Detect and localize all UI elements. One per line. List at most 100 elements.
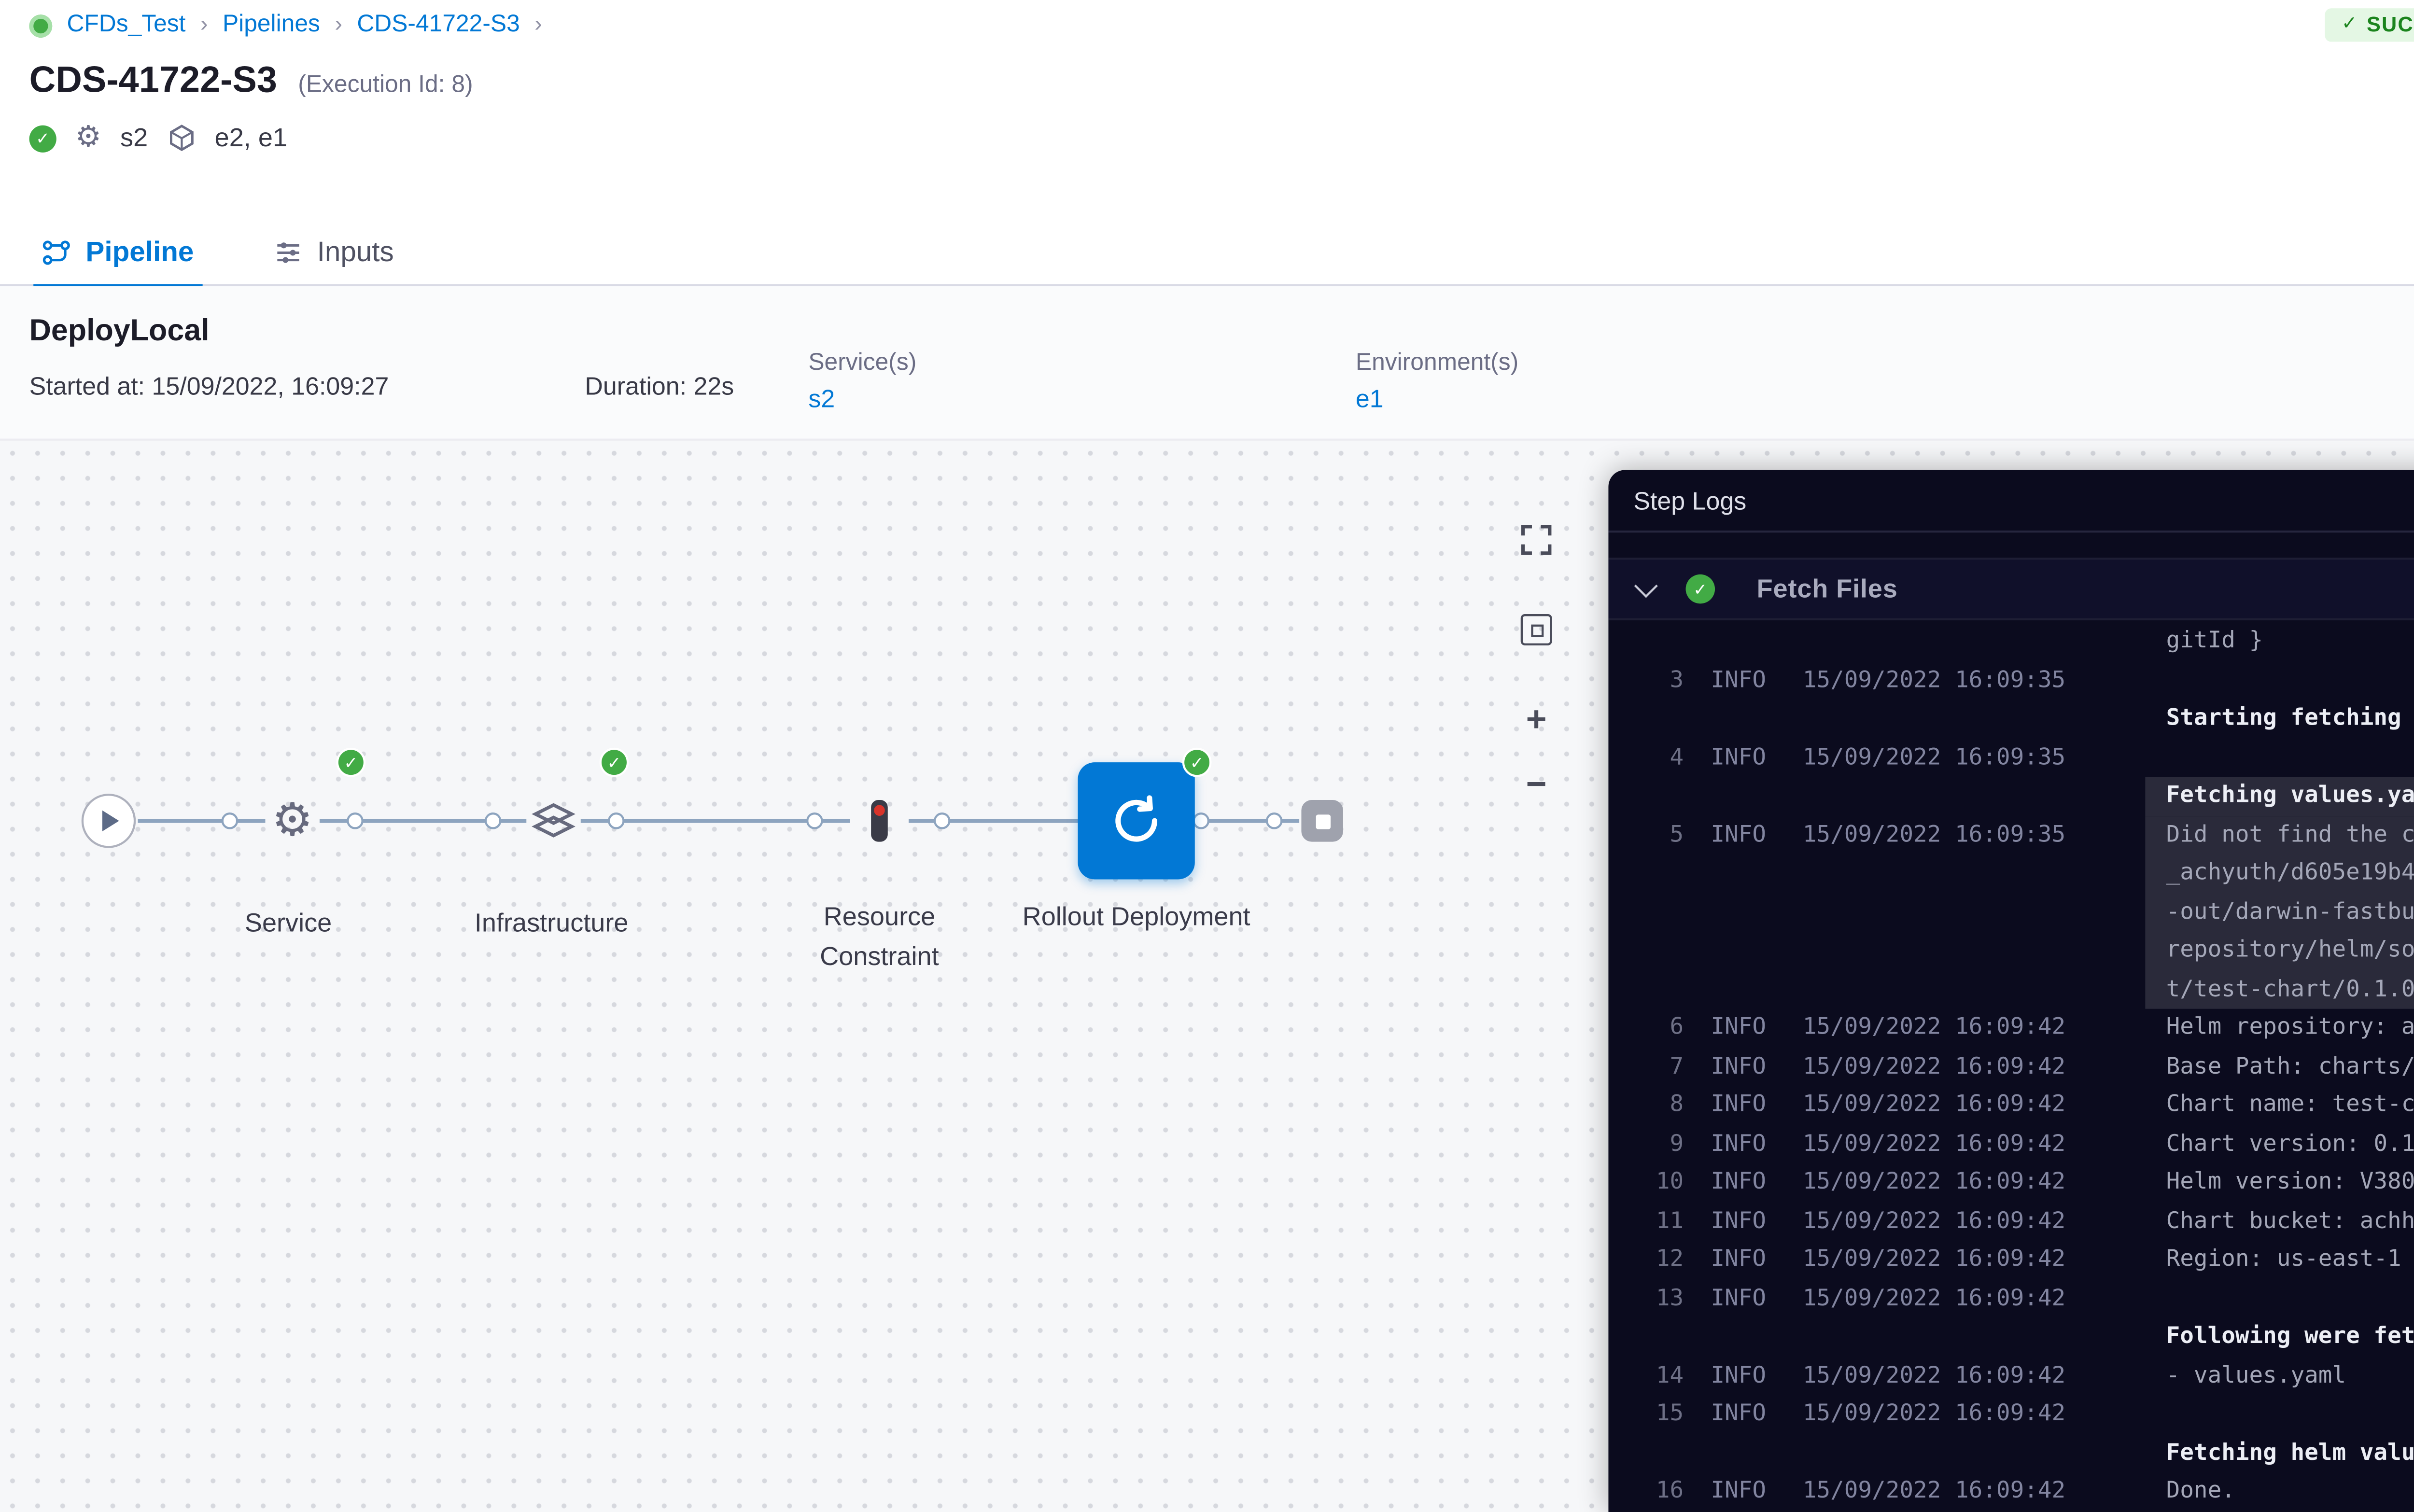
log-line-time: 15/09/2022 16:09:42 <box>1803 1472 2078 1511</box>
log-line-level: INFO <box>1711 816 1782 854</box>
log-line: 11 INFO 15/09/2022 16:09:42 Chart bucket… <box>1638 1202 2414 1241</box>
stage-duration: Duration: 22s <box>585 372 734 401</box>
graph-connector-dot <box>1266 812 1283 829</box>
log-line-text: Following were fetched successfully : <box>2166 1318 2414 1357</box>
tab-inputs[interactable]: Inputs <box>265 218 402 285</box>
breadcrumb-separator: › <box>335 13 342 38</box>
resource-constraint-step-node[interactable] <box>863 796 896 846</box>
log-line-level: INFO <box>1711 661 1782 700</box>
view-tabs: Pipeline Inputs Console View <box>0 219 2414 286</box>
log-line-number: 14 <box>1638 1357 1684 1395</box>
play-icon <box>102 811 119 831</box>
log-line-text: Fetching values.yaml from helm chart rep… <box>2145 777 2414 815</box>
log-line-time: 15/09/2022 16:09:42 <box>1803 1395 2078 1434</box>
log-body[interactable]: gitId } 3 INFO 15/09/2022 16:09:35 Start… <box>1608 622 2414 1512</box>
graph-connector-dot <box>1193 812 1209 829</box>
stage-info-bar: DeployLocal Started at: 15/09/2022, 16:0… <box>0 286 2414 441</box>
zoom-in-icon[interactable]: + <box>1526 702 1547 738</box>
log-line: gitId } <box>1638 622 2414 661</box>
log-line: 9 INFO 15/09/2022 16:09:42 Chart version… <box>1638 1125 2414 1163</box>
environments-value-link[interactable]: e1 <box>1356 384 1518 414</box>
services-value-link[interactable]: s2 <box>808 384 916 414</box>
log-line: Starting fetching Helm values <box>1638 700 2414 738</box>
log-line-level: INFO <box>1711 1125 1782 1163</box>
log-line-number: 15 <box>1638 1395 1684 1434</box>
zoom-out-icon[interactable]: − <box>1526 767 1547 802</box>
breadcrumb-pipelines-link[interactable]: Pipelines <box>223 13 320 38</box>
stage-start-node[interactable] <box>82 794 136 848</box>
node-label-service: Service <box>173 904 403 944</box>
breadcrumb-project-link[interactable]: CFDs_Test <box>67 13 185 38</box>
tab-pipeline[interactable]: Pipeline <box>33 218 202 285</box>
log-line: Fetching helm values completed successfu… <box>1638 1434 2414 1472</box>
infrastructure-step-node[interactable] <box>524 792 583 850</box>
log-line-text: Starting fetching Helm values <box>2166 700 2414 738</box>
inputs-icon <box>273 237 303 266</box>
service-step-node[interactable]: ⚙ <box>259 787 325 854</box>
status-badge: ✓ SUCCESS <box>2325 8 2414 42</box>
log-line-level: INFO <box>1711 1472 1782 1511</box>
log-line-number: 10 <box>1638 1163 1684 1202</box>
log-line: 16 INFO 15/09/2022 16:09:42 Done. <box>1638 1472 2414 1511</box>
log-line: 15 INFO 15/09/2022 16:09:42 <box>1638 1395 2414 1434</box>
breadcrumb: CFDs_Test › Pipelines › CDS-41722-S3 › <box>29 13 542 38</box>
infrastructure-success-badge: ✓ <box>600 748 629 777</box>
rollout-deployment-step-node[interactable] <box>1078 762 1194 879</box>
log-line: Fetching values.yaml from helm chart rep… <box>1638 777 2414 815</box>
log-line-time: 15/09/2022 16:09:35 <box>1803 816 2078 854</box>
log-line-text: Base Path: charts/ <box>2166 1048 2414 1086</box>
graph-connector-dot <box>347 812 364 829</box>
log-line-number: 3 <box>1638 661 1684 700</box>
log-line-text: Helm repository: aws-qa-setup-modified <box>2166 1009 2414 1048</box>
log-panel-header: Step Logs Console View <box>1608 470 2414 532</box>
log-line: 3 INFO 15/09/2022 16:09:35 <box>1638 661 2414 700</box>
log-line-level: INFO <box>1711 1279 1782 1318</box>
fit-view-inner <box>1530 623 1543 636</box>
stage-started-at: Started at: 15/09/2022, 16:09:27 <box>29 372 389 401</box>
stop-icon <box>1315 813 1330 828</box>
log-line-number: 5 <box>1638 816 1684 854</box>
log-line: 13 INFO 15/09/2022 16:09:42 <box>1638 1279 2414 1318</box>
rollout-success-badge: ✓ <box>1182 748 1212 777</box>
fit-view-icon[interactable] <box>1521 614 1552 645</box>
log-line: 7 INFO 15/09/2022 16:09:42 Base Path: ch… <box>1638 1048 2414 1086</box>
check-icon: ✓ <box>2342 14 2358 35</box>
canvas-controls: + − <box>1518 522 1554 802</box>
log-line-level: INFO <box>1711 1048 1782 1086</box>
pipeline-canvas[interactable]: ⚙ ✓ ✓ ✓ Service Infrastructure Resource … <box>0 441 2414 1512</box>
log-line-time: 15/09/2022 16:09:35 <box>1803 738 2078 777</box>
breadcrumb-separator: › <box>534 13 542 38</box>
environments-tag: e2, e1 <box>215 123 287 153</box>
log-line-text: Region: us-east-1 <box>2166 1241 2414 1279</box>
log-line: 4 INFO 15/09/2022 16:09:35 <box>1638 738 2414 777</box>
log-line-time: 15/09/2022 16:09:42 <box>1803 1241 2078 1279</box>
log-line: 14 INFO 15/09/2022 16:09:42 - values.yam… <box>1638 1357 2414 1395</box>
graph-connector-dot <box>806 812 823 829</box>
breadcrumb-pipeline-link[interactable]: CDS-41722-S3 <box>357 13 519 38</box>
infrastructure-icon <box>526 794 580 848</box>
log-line-text: Fetching helm values completed successfu… <box>2166 1434 2414 1472</box>
log-line-time: 15/09/2022 16:09:42 <box>1803 1125 2078 1163</box>
log-step-row[interactable]: ✓ Fetch Files ↑ ↓ 9s <box>1608 558 2414 620</box>
log-line-time: 15/09/2022 16:09:42 <box>1803 1048 2078 1086</box>
log-line: 12 INFO 15/09/2022 16:09:42 Region: us-e… <box>1638 1241 2414 1279</box>
log-line-time: 15/09/2022 16:09:42 <box>1803 1009 2078 1048</box>
log-line-number: 4 <box>1638 738 1684 777</box>
chevron-down-icon[interactable] <box>1634 574 1658 598</box>
stage-end-node[interactable] <box>1301 800 1343 842</box>
node-label-resource-constraint: Resource Constraint <box>765 898 995 977</box>
graph-edge <box>1195 819 1299 823</box>
fullscreen-icon[interactable] <box>1518 522 1554 558</box>
log-line-time: 15/09/2022 16:09:42 <box>1803 1202 2078 1241</box>
log-line-level: INFO <box>1711 1395 1782 1434</box>
log-line-text: Chart version: 0.1.0 <box>2166 1125 2414 1163</box>
rollout-icon <box>1107 792 1165 850</box>
log-panel-title: Step Logs <box>1633 486 1746 515</box>
node-label-rollout: Rollout Deployment <box>1022 898 1251 938</box>
resource-constraint-icon <box>865 796 894 846</box>
environment-icon <box>167 123 196 153</box>
log-line-text: Chart name: test-chart <box>2166 1086 2414 1125</box>
log-line-number: 12 <box>1638 1241 1684 1279</box>
graph-connector-dot <box>485 812 502 829</box>
service-gear-icon: ⚙ <box>75 121 101 154</box>
